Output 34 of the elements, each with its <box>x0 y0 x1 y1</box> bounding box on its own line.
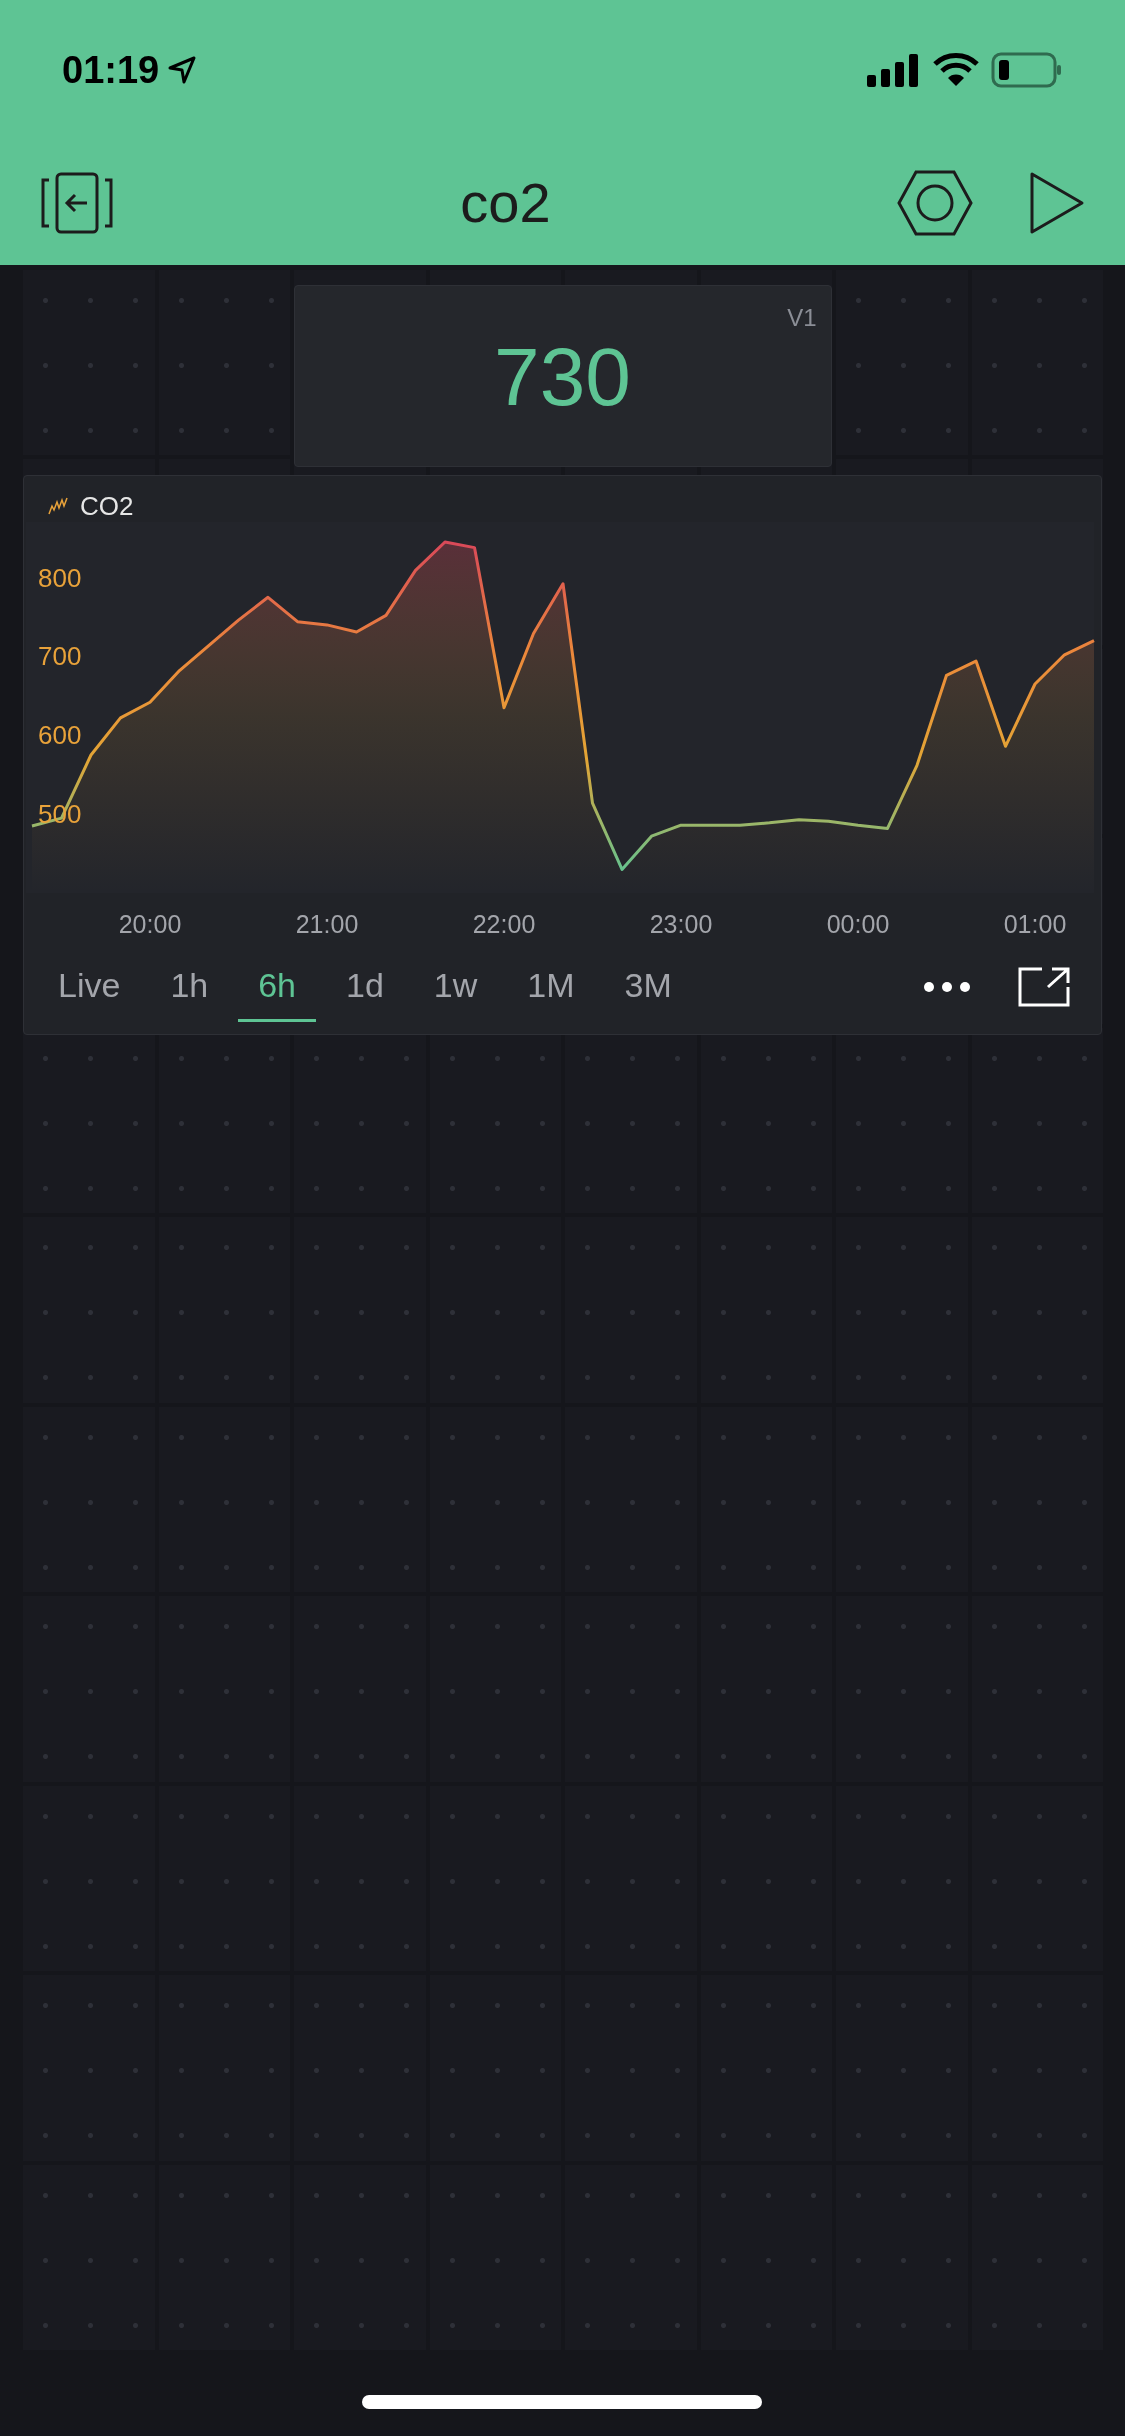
play-button[interactable] <box>1029 170 1085 235</box>
chart-icon <box>48 497 68 515</box>
period-tab[interactable]: Live <box>38 952 141 1022</box>
period-tab[interactable]: 6h <box>238 952 317 1022</box>
x-axis-label: 01:00 <box>1003 910 1067 938</box>
settings-icon <box>897 169 973 236</box>
period-tab[interactable]: 1h <box>150 952 229 1022</box>
x-axis-label: 20:00 <box>118 910 182 938</box>
x-axis-label: 00:00 <box>826 910 890 938</box>
fullscreen-button[interactable] <box>1017 965 1071 1009</box>
chart-title: CO2 <box>80 489 134 523</box>
x-axis-label: 23:00 <box>649 910 713 938</box>
period-tab[interactable]: 3M <box>604 952 692 1022</box>
y-axis-label: 700 <box>38 641 82 672</box>
y-axis-label: 600 <box>38 720 82 751</box>
status-time: 01:19 <box>62 47 160 93</box>
expand-icon <box>1018 967 1070 1007</box>
period-tab[interactable]: 1w <box>413 952 498 1022</box>
project-title: co2 <box>460 169 551 236</box>
wifi-icon <box>933 52 979 88</box>
exit-icon <box>41 171 113 234</box>
battery-icon <box>991 52 1063 88</box>
y-axis-label: 800 <box>38 562 82 593</box>
pin-label: V1 <box>787 303 817 333</box>
value-reading: 730 <box>494 329 631 424</box>
value-display-widget[interactable]: V1 730 <box>293 285 832 467</box>
more-icon <box>924 982 970 992</box>
signal-icon <box>867 53 921 87</box>
x-axis-label: 22:00 <box>472 910 536 938</box>
period-tab[interactable]: 1M <box>507 952 595 1022</box>
x-axis-label: 21:00 <box>295 910 359 938</box>
period-tab[interactable]: 1d <box>326 952 404 1022</box>
location-arrow-icon <box>167 55 198 85</box>
play-icon <box>1029 170 1085 235</box>
